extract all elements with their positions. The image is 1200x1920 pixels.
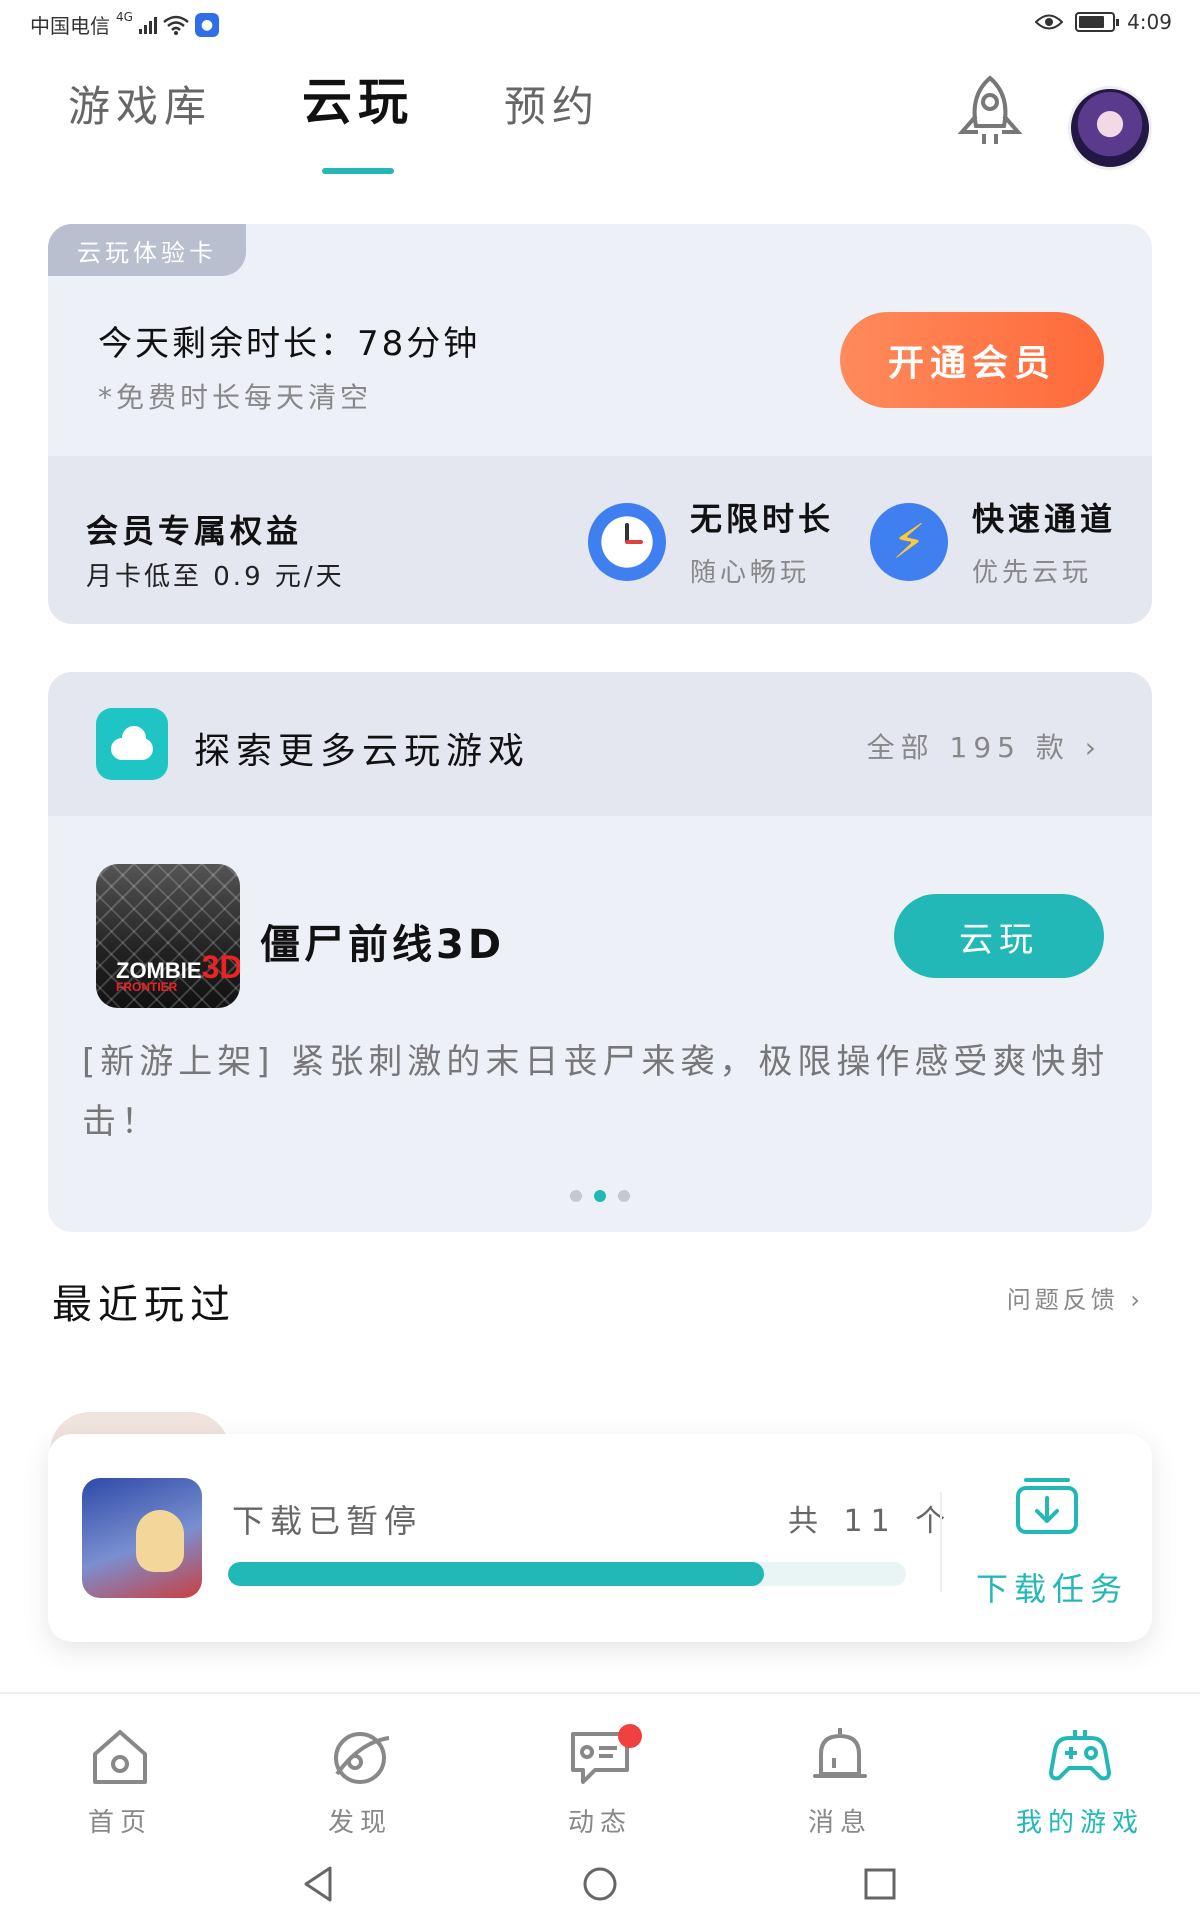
clock-icon xyxy=(588,502,666,581)
feature-title: 无限时长 xyxy=(690,500,835,538)
gamepad-icon xyxy=(1049,1730,1111,1781)
download-game-icon xyxy=(82,1478,202,1598)
tab-reservation[interactable]: 预约 xyxy=(504,73,600,134)
explore-header[interactable]: 探索更多云玩游戏 全部 195 款 › xyxy=(48,672,1152,816)
divider xyxy=(940,1492,942,1592)
download-progress xyxy=(228,1562,906,1586)
recents-square-icon[interactable] xyxy=(860,1864,900,1904)
game-icon-logo: ZOMBIE3D FRONTIER xyxy=(116,949,240,994)
feature-fast-lane: ⚡ 快速通道 优先云玩 xyxy=(870,494,1116,589)
top-tabs: 游戏库 云玩 预约 xyxy=(68,62,600,174)
nav-item-messages[interactable]: 消息 xyxy=(740,1722,940,1839)
network-type: 4G xyxy=(116,10,133,24)
benefits-title: 会员专属权益 xyxy=(86,512,303,550)
game-icon-zombie-frontier[interactable]: ZOMBIE3D FRONTIER xyxy=(96,864,240,1008)
carousel-dot[interactable] xyxy=(618,1190,630,1202)
tab-game-library[interactable]: 游戏库 xyxy=(68,73,212,134)
signal-icon xyxy=(138,16,157,34)
cloud-icon xyxy=(96,708,168,780)
recent-title: 最近玩过 xyxy=(52,1282,236,1328)
avatar[interactable] xyxy=(1068,86,1152,170)
carousel-indicator xyxy=(570,1190,630,1202)
download-panel[interactable]: 下载已暂停 共 11 个 下载任务 xyxy=(48,1434,1152,1642)
download-tray-icon[interactable] xyxy=(1014,1474,1080,1536)
lightning-icon: ⚡ xyxy=(870,502,948,581)
carousel-dot[interactable] xyxy=(570,1190,582,1202)
system-nav-bar xyxy=(0,1852,1200,1920)
game-icon-logo-3d: 3D xyxy=(201,949,240,985)
home-icon xyxy=(93,1730,147,1784)
app-notification-icon: ● xyxy=(194,12,219,37)
nav-item-discover[interactable]: 发现 xyxy=(260,1722,460,1839)
back-icon[interactable] xyxy=(300,1864,340,1904)
trial-badge: 云玩体验卡 xyxy=(48,224,246,276)
notification-badge xyxy=(618,1724,642,1748)
nav-label: 发现 xyxy=(327,1808,392,1838)
remaining-time: 今天剩余时长：78分钟 xyxy=(98,324,481,364)
wifi-icon xyxy=(163,15,189,35)
status-right: 4:09 xyxy=(1035,10,1172,34)
trial-card: 云玩体验卡 今天剩余时长：78分钟 *免费时长每天清空 开通会员 会员专属权益 … xyxy=(48,224,1152,624)
download-status: 下载已暂停 xyxy=(232,1502,423,1540)
clock-time: 4:09 xyxy=(1127,10,1172,34)
remaining-note: *免费时长每天清空 xyxy=(98,381,373,414)
game-description: [新游上架] 紧张刺激的末日丧尸来袭，极限操作感受爽快射击！ xyxy=(82,1042,1110,1142)
carrier-label: 中国电信 xyxy=(30,14,110,38)
feature-unlimited-time: 无限时长 随心畅玩 xyxy=(588,494,834,589)
bell-icon xyxy=(813,1728,867,1778)
nav-item-my-games[interactable]: 我的游戏 xyxy=(980,1722,1180,1839)
open-vip-button[interactable]: 开通会员 xyxy=(840,312,1104,408)
feature-subtitle: 随心畅玩 xyxy=(690,558,811,588)
rocket-icon[interactable] xyxy=(950,72,1030,152)
tab-active-indicator xyxy=(322,168,395,174)
tab-cloud-play-label: 云玩 xyxy=(302,73,415,131)
bottom-nav: 首页 发现 动态 消息 我的游戏 xyxy=(0,1692,1200,1852)
vip-benefits[interactable]: 会员专属权益 月卡低至 0.9 元/天 无限时长 随心畅玩 ⚡ 快速通道 优先云… xyxy=(48,456,1152,624)
feature-subtitle: 优先云玩 xyxy=(972,558,1093,588)
feedback-link[interactable]: 问题反馈 › xyxy=(1007,1280,1144,1315)
nav-label: 动态 xyxy=(567,1808,632,1838)
discover-icon xyxy=(334,1732,390,1784)
nav-item-home[interactable]: 首页 xyxy=(20,1722,220,1839)
nav-label: 消息 xyxy=(807,1808,872,1838)
explore-title: 探索更多云玩游戏 xyxy=(194,731,531,772)
game-name[interactable]: 僵尸前线3D xyxy=(260,912,505,970)
download-tasks-button[interactable]: 下载任务 xyxy=(976,1564,1128,1610)
feature-title: 快速通道 xyxy=(972,500,1117,538)
battery-icon xyxy=(1075,12,1120,32)
nav-label: 我的游戏 xyxy=(1015,1808,1144,1838)
explore-card: 探索更多云玩游戏 全部 195 款 › ZOMBIE3D FRONTIER 僵尸… xyxy=(48,672,1152,1232)
nav-label: 首页 xyxy=(87,1808,152,1838)
eye-icon xyxy=(1035,14,1064,30)
tab-cloud-play[interactable]: 云玩 xyxy=(302,62,415,174)
download-count: 共 11 个 xyxy=(788,1504,954,1539)
home-circle-icon[interactable] xyxy=(580,1864,620,1904)
status-left: 中国电信 4G ● xyxy=(30,10,219,39)
explore-all-link[interactable]: 全部 195 款 › xyxy=(867,726,1102,766)
benefits-subtitle: 月卡低至 0.9 元/天 xyxy=(86,562,345,592)
status-bar: 中国电信 4G ● 4:09 xyxy=(0,0,1200,48)
nav-item-feed[interactable]: 动态 xyxy=(500,1722,700,1839)
cloud-play-button[interactable]: 云玩 xyxy=(894,894,1104,978)
download-progress-fill xyxy=(228,1562,764,1586)
carousel-dot-active[interactable] xyxy=(594,1190,606,1202)
